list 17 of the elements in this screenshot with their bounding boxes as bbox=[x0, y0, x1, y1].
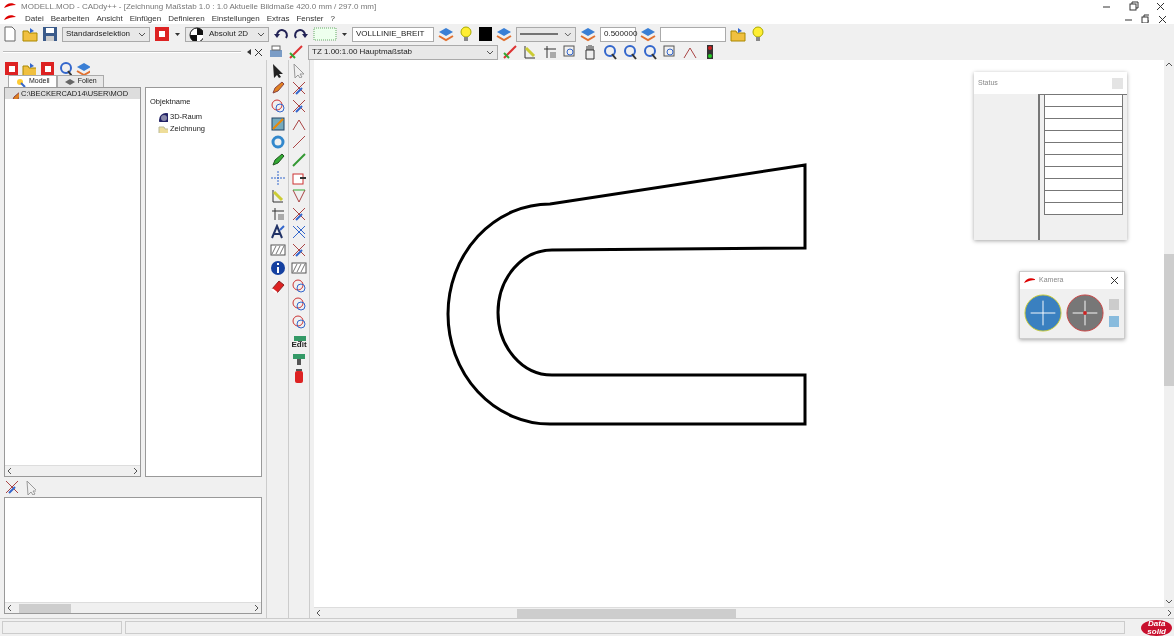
menu-item[interactable]: Ansicht bbox=[96, 12, 123, 25]
menu-item[interactable]: Extras bbox=[266, 12, 290, 25]
menu-item[interactable]: Definieren bbox=[168, 12, 205, 25]
menu-item[interactable]: Bearbeiten bbox=[50, 12, 90, 25]
line-width-field[interactable]: 0.500000 bbox=[600, 26, 636, 42]
menu-item[interactable]: ? bbox=[330, 12, 335, 25]
menu-item[interactable]: Fenster bbox=[296, 12, 324, 25]
menu-item[interactable]: Einfügen bbox=[129, 12, 162, 25]
menu-item[interactable]: Einstellungen bbox=[211, 12, 260, 25]
edit-tool[interactable]: Edit bbox=[291, 332, 307, 348]
coordinate-mode-dropdown[interactable]: Absolut 2D bbox=[185, 26, 269, 42]
line-type-field[interactable]: VOLLLINIE_BREIT bbox=[352, 26, 434, 42]
logo: Data solid bbox=[1141, 619, 1172, 636]
window-title: MODELL.MOD - CADdy++ - [Zeichnung Maßstab 1.0 : 1.0 Aktuelle Bildmaße 420.0 mm / 297.0 mm] bbox=[21, 0, 377, 13]
selection-mode-dropdown[interactable]: Standardselektion bbox=[62, 26, 150, 42]
scale-dropdown[interactable]: TZ 1.00:1.00 Hauptmaßstab bbox=[308, 44, 498, 60]
menu-item[interactable]: Datei bbox=[25, 12, 44, 25]
